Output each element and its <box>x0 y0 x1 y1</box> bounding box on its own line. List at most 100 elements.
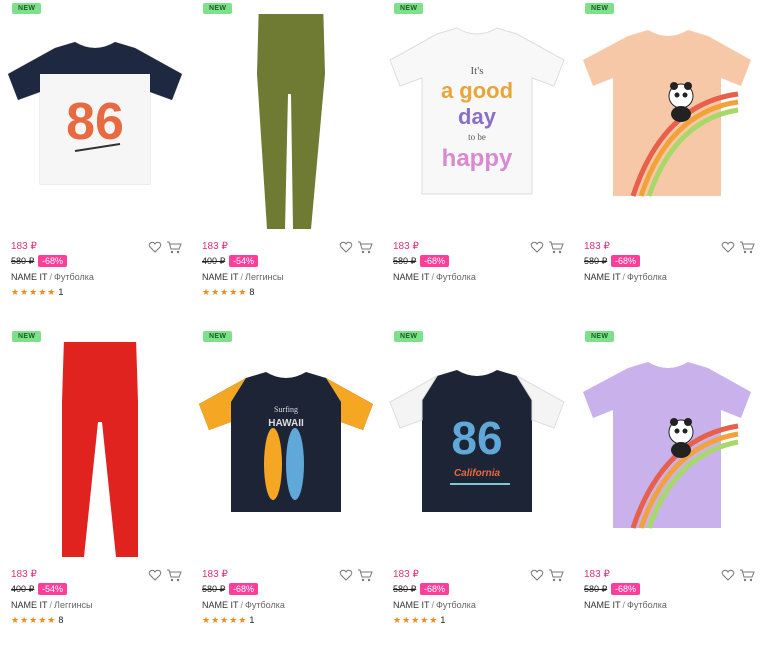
product-card[interactable]: NEW 183 ₽ 580 ₽ -68% NAME IT / Футболка <box>573 0 763 320</box>
product-image[interactable] <box>0 342 190 562</box>
new-badge: NEW <box>585 3 615 14</box>
brand-name: NAME IT <box>202 600 239 610</box>
rating: ★★★★★ 1 <box>393 615 445 626</box>
old-price: 400 ₽ <box>11 584 35 594</box>
cart-icon[interactable] <box>548 568 564 582</box>
review-count: 1 <box>249 615 255 625</box>
old-price: 580 ₽ <box>584 256 608 266</box>
star-icons: ★★★★★ <box>202 287 248 297</box>
price: 183 ₽ <box>11 241 37 252</box>
new-badge: NEW <box>394 331 424 342</box>
price: 183 ₽ <box>202 569 228 580</box>
brand-name: NAME IT <box>11 600 48 610</box>
old-price: 580 ₽ <box>393 256 417 266</box>
product-card[interactable]: NEW 86 183 ₽ 580 ₽ -68% NAME IT / Футболка… <box>0 0 190 320</box>
brand-line: NAME IT / Футболка <box>584 272 667 282</box>
product-card[interactable]: NEW It's a good day to be happy 183 ₽ 58… <box>382 0 572 320</box>
product-card[interactable]: NEW 183 ₽ 400 ₽ -54% NAME IT / Леггинсы ★★… <box>191 0 381 320</box>
product-image[interactable] <box>573 342 763 562</box>
svg-text:Surfing: Surfing <box>274 405 298 414</box>
product-image[interactable]: 86 California <box>382 342 572 562</box>
product-type: Футболка <box>627 272 667 282</box>
svg-text:happy: happy <box>442 145 513 172</box>
brand-name: NAME IT <box>393 600 430 610</box>
discount-badge: -54% <box>229 255 259 267</box>
svg-text:a good: a good <box>441 78 513 103</box>
cart-icon[interactable] <box>548 240 564 254</box>
heart-icon[interactable] <box>339 568 353 582</box>
product-image[interactable] <box>191 14 381 234</box>
heart-icon[interactable] <box>530 240 544 254</box>
old-price: 580 ₽ <box>584 584 608 594</box>
brand-line: NAME IT / Леггинсы <box>202 272 284 282</box>
cart-icon[interactable] <box>357 240 373 254</box>
price: 183 ₽ <box>584 241 610 252</box>
product-card[interactable]: NEW 183 ₽ 400 ₽ -54% NAME IT / Леггинсы ★★… <box>0 328 190 648</box>
brand-name: NAME IT <box>584 272 621 282</box>
heart-icon[interactable] <box>530 568 544 582</box>
review-count: 8 <box>58 615 64 625</box>
star-icons: ★★★★★ <box>202 615 248 625</box>
new-badge: NEW <box>203 3 233 14</box>
product-type: Леггинсы <box>54 600 93 610</box>
svg-text:86: 86 <box>66 93 124 151</box>
brand-name: NAME IT <box>11 272 48 282</box>
brand-line: NAME IT / Футболка <box>393 600 476 610</box>
product-image[interactable]: It's a good day to be happy <box>382 14 572 234</box>
discount-badge: -54% <box>38 583 68 595</box>
product-card[interactable]: NEW Surfing HAWAII 183 ₽ 580 ₽ -68% NAME… <box>191 328 381 648</box>
cart-icon[interactable] <box>357 568 373 582</box>
cart-icon[interactable] <box>739 568 755 582</box>
product-type: Футболка <box>245 600 285 610</box>
star-icons: ★★★★★ <box>393 615 439 625</box>
brand-name: NAME IT <box>584 600 621 610</box>
product-card[interactable]: NEW 86 California 183 ₽ 580 ₽ -68% NAME … <box>382 328 572 648</box>
brand-line: NAME IT / Футболка <box>393 272 476 282</box>
price: 183 ₽ <box>393 569 419 580</box>
new-badge: NEW <box>394 3 424 14</box>
old-price: 580 ₽ <box>393 584 417 594</box>
review-count: 8 <box>249 287 255 297</box>
svg-text:California: California <box>454 468 501 479</box>
product-type: Леггинсы <box>245 272 284 282</box>
old-price: 580 ₽ <box>11 256 35 266</box>
cart-icon[interactable] <box>166 568 182 582</box>
product-image[interactable]: Surfing HAWAII <box>191 342 381 562</box>
old-price: 400 ₽ <box>202 256 226 266</box>
brand-name: NAME IT <box>202 272 239 282</box>
product-image[interactable]: 86 <box>0 14 190 234</box>
brand-line: NAME IT / Футболка <box>584 600 667 610</box>
discount-badge: -68% <box>38 255 68 267</box>
product-image[interactable] <box>573 14 763 234</box>
brand-line: NAME IT / Футболка <box>202 600 285 610</box>
svg-text:It's: It's <box>471 65 484 77</box>
cart-icon[interactable] <box>166 240 182 254</box>
product-type: Футболка <box>436 600 476 610</box>
heart-icon[interactable] <box>721 240 735 254</box>
svg-text:86: 86 <box>451 412 502 464</box>
svg-text:HAWAII: HAWAII <box>268 418 304 429</box>
svg-text:day: day <box>458 104 497 129</box>
star-icons: ★★★★★ <box>11 615 57 625</box>
review-count: 1 <box>440 615 446 625</box>
review-count: 1 <box>58 287 64 297</box>
brand-line: NAME IT / Футболка <box>11 272 94 282</box>
heart-icon[interactable] <box>721 568 735 582</box>
svg-text:to be: to be <box>468 132 486 142</box>
new-badge: NEW <box>585 331 615 342</box>
price: 183 ₽ <box>11 569 37 580</box>
product-card[interactable]: NEW 183 ₽ 580 ₽ -68% NAME IT / Футболка <box>573 328 763 648</box>
heart-icon[interactable] <box>148 240 162 254</box>
rating: ★★★★★ 8 <box>11 615 63 626</box>
heart-icon[interactable] <box>148 568 162 582</box>
heart-icon[interactable] <box>339 240 353 254</box>
product-type: Футболка <box>54 272 94 282</box>
product-type: Футболка <box>436 272 476 282</box>
rating: ★★★★★ 1 <box>11 287 63 298</box>
old-price: 580 ₽ <box>202 584 226 594</box>
rating: ★★★★★ 1 <box>202 615 254 626</box>
brand-name: NAME IT <box>393 272 430 282</box>
new-badge: NEW <box>12 331 42 342</box>
cart-icon[interactable] <box>739 240 755 254</box>
price: 183 ₽ <box>202 241 228 252</box>
